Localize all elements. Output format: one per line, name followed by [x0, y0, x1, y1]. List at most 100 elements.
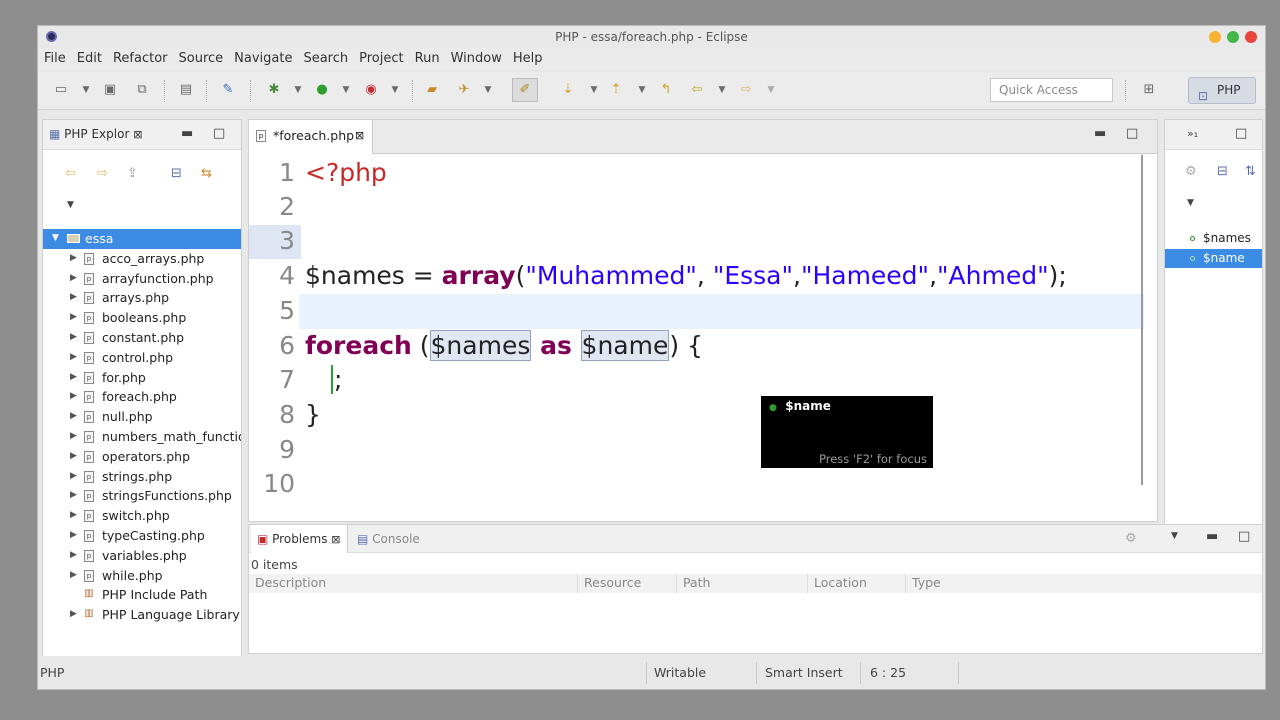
open-perspective-icon[interactable]: ⊞	[1141, 82, 1157, 98]
open-dropdown-icon[interactable]: ▼	[480, 82, 496, 98]
collapsed-arrow-icon[interactable]: ▶	[70, 249, 77, 269]
collapsed-arrow-icon[interactable]: ▶	[70, 566, 77, 586]
pin-icon[interactable]: ✎	[220, 82, 236, 98]
back-nav-icon[interactable]: ⇦	[65, 166, 76, 181]
minimize-panel-icon[interactable]: ▬	[181, 126, 193, 141]
back-dropdown-icon[interactable]: ▼	[714, 82, 730, 98]
collapsed-arrow-icon[interactable]: ▶	[70, 308, 77, 328]
menu-source[interactable]: Source	[173, 48, 229, 66]
tree-file[interactable]: ▶ p arrayfunction.php	[43, 269, 241, 289]
collapsed-arrow-icon[interactable]: ▶	[70, 546, 77, 566]
col-resource[interactable]: Resource	[584, 575, 641, 590]
forward-icon[interactable]: ⇨	[738, 82, 754, 98]
tab-problems[interactable]: ▣ Problems ⊠	[251, 525, 348, 553]
collapsed-arrow-icon[interactable]: ▶	[70, 288, 77, 308]
print-icon[interactable]: ▤	[178, 82, 194, 98]
close-button[interactable]	[1245, 31, 1257, 43]
outline-maximize-icon[interactable]: □	[1235, 126, 1247, 141]
collapsed-arrow-icon[interactable]: ▶	[70, 467, 77, 487]
menu-window[interactable]: Window	[445, 48, 507, 66]
tree-file[interactable]: ▶ p for.php	[43, 368, 241, 388]
up-nav-icon[interactable]: ⇪	[127, 166, 138, 181]
tab-foreach-php[interactable]: p *foreach.php ⊠	[249, 120, 373, 154]
tools-dropdown-icon[interactable]: ▼	[387, 82, 403, 98]
editor-maximize-icon[interactable]: □	[1126, 126, 1138, 141]
tree-file[interactable]: ▶ p foreach.php	[43, 387, 241, 407]
tree-file[interactable]: ▶ p null.php	[43, 407, 241, 427]
collapsed-arrow-icon[interactable]: ▶	[70, 407, 77, 427]
collapsed-arrow-icon[interactable]: ▶	[70, 526, 77, 546]
prev-annotation-dropdown-icon[interactable]: ▼	[634, 82, 650, 98]
last-edit-icon[interactable]: ↰	[658, 82, 674, 98]
menu-search[interactable]: Search	[297, 48, 353, 66]
tree-language-library[interactable]: ▶ ▥ PHP Language Library	[43, 605, 241, 625]
close-tab-icon[interactable]: ⊠	[133, 128, 142, 141]
code-area[interactable]: <?php $names = array("Muhammed", "Essa",…	[305, 155, 1145, 505]
next-annotation-icon[interactable]: ⇣	[560, 82, 576, 98]
col-type[interactable]: Type	[912, 575, 941, 590]
open-type-icon[interactable]: ✈	[456, 82, 472, 98]
close-editor-tab-icon[interactable]: ⊠	[355, 120, 364, 152]
prev-annotation-icon[interactable]: ⇡	[608, 82, 624, 98]
menu-run[interactable]: Run	[409, 48, 445, 66]
new-icon[interactable]: ▭	[53, 82, 69, 98]
menu-refactor[interactable]: Refactor	[107, 48, 173, 66]
php-perspective-button[interactable]: ⊡ PHP	[1188, 77, 1256, 104]
outline-item-names[interactable]: $names	[1165, 229, 1262, 248]
editor-minimize-icon[interactable]: ▬	[1094, 126, 1106, 141]
collapsed-arrow-icon[interactable]: ▶	[70, 328, 77, 348]
tab-php-explorer[interactable]: ▦ PHP Explor ⊠	[49, 120, 142, 148]
linked-var-name[interactable]: $name	[580, 330, 670, 361]
forward-nav-icon[interactable]: ⇨	[97, 166, 108, 181]
collapsed-arrow-icon[interactable]: ▶	[70, 605, 77, 625]
editor-scrollbar[interactable]	[1141, 155, 1143, 485]
tree-file[interactable]: ▶ p stringsFunctions.php	[43, 486, 241, 506]
menu-edit[interactable]: Edit	[71, 48, 107, 66]
forward-dropdown-icon[interactable]: ▼	[763, 82, 779, 98]
maximize-button[interactable]	[1227, 31, 1239, 43]
open-folder-icon[interactable]: ▰	[424, 82, 440, 98]
outline-item-name[interactable]: $name	[1165, 249, 1262, 268]
collapsed-arrow-icon[interactable]: ▶	[70, 486, 77, 506]
minimize-button[interactable]	[1209, 31, 1221, 43]
debug-icon[interactable]: ✱	[266, 82, 282, 98]
linked-var-names[interactable]: $names	[429, 330, 532, 361]
save-all-icon[interactable]: ⧉	[134, 82, 150, 98]
close-tab-icon[interactable]: ⊠	[331, 533, 340, 546]
tree-file[interactable]: ▶ p arrays.php	[43, 288, 241, 308]
menu-file[interactable]: File	[38, 48, 71, 66]
collapsed-arrow-icon[interactable]: ▶	[70, 427, 77, 447]
tree-file[interactable]: ▶ p booleans.php	[43, 308, 241, 328]
tree-include-path[interactable]: ▥ PHP Include Path	[43, 585, 241, 605]
tree-file[interactable]: ▶ p operators.php	[43, 447, 241, 467]
link-editor-icon[interactable]: ⇆	[201, 166, 212, 181]
expanded-arrow-icon[interactable]: ▼	[52, 229, 59, 249]
tab-console[interactable]: ▤ Console	[357, 525, 420, 553]
tree-file[interactable]: ▶ p control.php	[43, 348, 241, 368]
problems-menu-icon[interactable]: ▼	[1171, 531, 1178, 541]
tree-file[interactable]: ▶ p acco_arrays.php	[43, 249, 241, 269]
collapsed-arrow-icon[interactable]: ▶	[70, 348, 77, 368]
problems-maximize-icon[interactable]: □	[1238, 529, 1250, 544]
debug-dropdown-icon[interactable]: ▼	[290, 82, 306, 98]
outline-collapse-icon[interactable]: ⊟	[1217, 164, 1228, 179]
menu-help[interactable]: Help	[507, 48, 548, 66]
menu-project[interactable]: Project	[353, 48, 408, 66]
mark-occurrences-icon[interactable]: ✐	[512, 78, 538, 102]
outline-sort-icon[interactable]: ⇅	[1245, 164, 1256, 179]
view-menu-icon[interactable]: ▼	[67, 200, 74, 210]
col-location[interactable]: Location	[814, 575, 867, 590]
tree-file[interactable]: ▶ p switch.php	[43, 506, 241, 526]
quick-access-input[interactable]: Quick Access	[990, 78, 1113, 102]
new-dropdown-icon[interactable]: ▼	[78, 82, 94, 98]
run-icon[interactable]: ●	[314, 82, 330, 98]
tree-file[interactable]: ▶pnumbers_math_functions.php	[43, 427, 241, 447]
collapsed-arrow-icon[interactable]: ▶	[70, 269, 77, 289]
maximize-panel-icon[interactable]: □	[213, 126, 225, 141]
outline-toggle-icon[interactable]: ⚙	[1185, 164, 1197, 179]
collapsed-arrow-icon[interactable]: ▶	[70, 506, 77, 526]
collapsed-arrow-icon[interactable]: ▶	[70, 447, 77, 467]
popup-item[interactable]: ● $name	[769, 399, 831, 413]
collapsed-arrow-icon[interactable]: ▶	[70, 368, 77, 388]
col-description[interactable]: Description	[255, 575, 326, 590]
